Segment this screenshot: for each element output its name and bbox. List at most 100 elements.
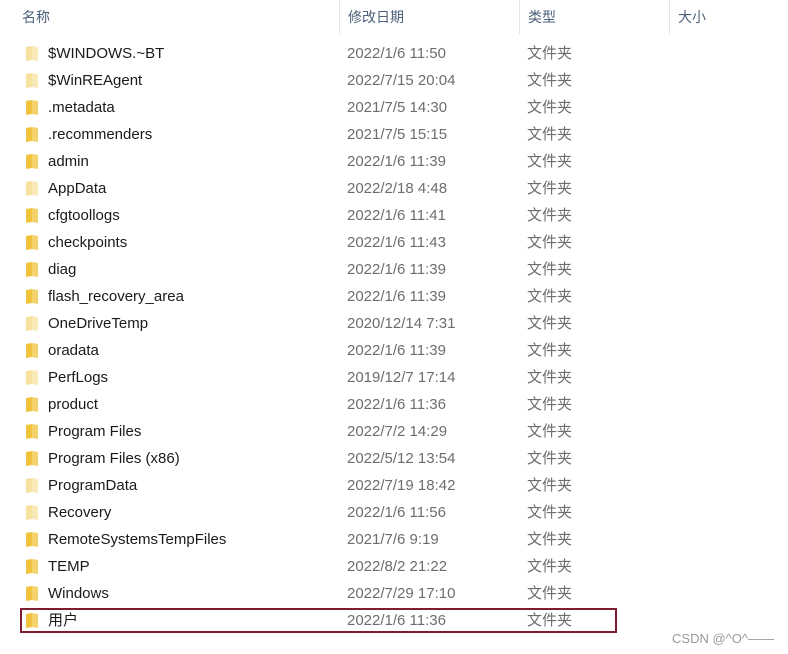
file-name-cell[interactable]: admin bbox=[26, 148, 336, 175]
file-name-cell[interactable]: diag bbox=[26, 256, 336, 283]
file-name: diag bbox=[48, 261, 77, 278]
folder-icon bbox=[26, 397, 38, 412]
file-name: PerfLogs bbox=[48, 369, 109, 386]
folder-icon bbox=[26, 586, 38, 601]
file-name-cell[interactable]: AppData bbox=[26, 175, 336, 202]
date-modified-cell: 2022/1/6 11:39 bbox=[347, 342, 446, 359]
file-row[interactable]: oradata 2022/1/6 11:39 文件夹 bbox=[0, 337, 788, 364]
file-name: AppData bbox=[48, 180, 107, 197]
file-row[interactable]: Program Files 2022/7/2 14:29 文件夹 bbox=[0, 418, 788, 445]
file-row[interactable]: PerfLogs 2019/12/7 17:14 文件夹 bbox=[0, 364, 788, 391]
file-row[interactable]: admin 2022/1/6 11:39 文件夹 bbox=[0, 148, 788, 175]
file-name-cell[interactable]: PerfLogs bbox=[26, 364, 336, 391]
file-type-cell: 文件夹 bbox=[527, 504, 573, 521]
date-modified-cell: 2022/1/6 11:43 bbox=[347, 234, 446, 251]
watermark: CSDN @^O^—— bbox=[672, 631, 774, 646]
file-type-cell: 文件夹 bbox=[527, 99, 573, 116]
column-header-name[interactable]: 名称 bbox=[14, 0, 339, 34]
folder-icon bbox=[26, 262, 38, 277]
file-row[interactable]: $WinREAgent 2022/7/15 20:04 文件夹 bbox=[0, 67, 788, 94]
file-name-cell[interactable]: Recovery bbox=[26, 499, 336, 526]
file-name-cell[interactable]: cfgtoollogs bbox=[26, 202, 336, 229]
folder-icon bbox=[26, 559, 38, 574]
file-name: OneDriveTemp bbox=[48, 315, 149, 332]
file-type-cell: 文件夹 bbox=[527, 261, 573, 278]
folder-icon bbox=[26, 370, 38, 385]
file-row[interactable]: flash_recovery_area 2022/1/6 11:39 文件夹 bbox=[0, 283, 788, 310]
file-name-cell[interactable]: flash_recovery_area bbox=[26, 283, 336, 310]
file-type-cell: 文件夹 bbox=[527, 585, 573, 602]
file-name: admin bbox=[48, 153, 89, 170]
file-name: TEMP bbox=[48, 558, 90, 575]
file-type-cell: 文件夹 bbox=[527, 342, 573, 359]
folder-icon bbox=[26, 154, 38, 169]
folder-icon bbox=[26, 181, 38, 196]
column-header-type[interactable]: 类型 bbox=[519, 0, 669, 34]
file-name-cell[interactable]: Program Files (x86) bbox=[26, 445, 336, 472]
folder-icon bbox=[26, 316, 38, 331]
file-row[interactable]: 用户 2022/1/6 11:36 文件夹 bbox=[0, 607, 788, 634]
file-row[interactable]: .metadata 2021/7/5 14:30 文件夹 bbox=[0, 94, 788, 121]
date-modified-cell: 2022/1/6 11:39 bbox=[347, 153, 446, 170]
file-explorer-view: 名称 修改日期 类型 大小 $WINDOWS.~BT 2022/1/6 11:50… bbox=[0, 0, 788, 654]
date-modified-cell: 2019/12/7 17:14 bbox=[347, 369, 456, 386]
file-name-cell[interactable]: checkpoints bbox=[26, 229, 336, 256]
file-name-cell[interactable]: ProgramData bbox=[26, 472, 336, 499]
file-type-cell: 文件夹 bbox=[527, 288, 573, 305]
file-name-cell[interactable]: OneDriveTemp bbox=[26, 310, 336, 337]
file-name-cell[interactable]: TEMP bbox=[26, 553, 336, 580]
date-modified-cell: 2022/1/6 11:36 bbox=[347, 612, 446, 629]
file-type-cell: 文件夹 bbox=[527, 396, 573, 413]
folder-icon bbox=[26, 127, 38, 142]
file-type-cell: 文件夹 bbox=[527, 315, 573, 332]
file-name-cell[interactable]: RemoteSystemsTempFiles bbox=[26, 526, 336, 553]
column-header-bar: 名称 修改日期 类型 大小 bbox=[0, 0, 788, 34]
folder-icon bbox=[26, 46, 38, 61]
file-name-cell[interactable]: Windows bbox=[26, 580, 336, 607]
file-name: oradata bbox=[48, 342, 99, 359]
file-row[interactable]: OneDriveTemp 2020/12/14 7:31 文件夹 bbox=[0, 310, 788, 337]
file-row[interactable]: $WINDOWS.~BT 2022/1/6 11:50 文件夹 bbox=[0, 40, 788, 67]
file-name-cell[interactable]: 用户 bbox=[26, 607, 336, 634]
file-row[interactable]: Recovery 2022/1/6 11:56 文件夹 bbox=[0, 499, 788, 526]
date-modified-cell: 2022/1/6 11:41 bbox=[347, 207, 446, 224]
file-type-cell: 文件夹 bbox=[527, 180, 573, 197]
file-name: Recovery bbox=[48, 504, 112, 521]
file-type-cell: 文件夹 bbox=[527, 423, 573, 440]
date-modified-cell: 2022/1/6 11:39 bbox=[347, 288, 446, 305]
file-type-cell: 文件夹 bbox=[527, 558, 573, 575]
file-row[interactable]: checkpoints 2022/1/6 11:43 文件夹 bbox=[0, 229, 788, 256]
file-row[interactable]: cfgtoollogs 2022/1/6 11:41 文件夹 bbox=[0, 202, 788, 229]
file-row[interactable]: Windows 2022/7/29 17:10 文件夹 bbox=[0, 580, 788, 607]
file-type-cell: 文件夹 bbox=[527, 477, 573, 494]
folder-icon bbox=[26, 505, 38, 520]
file-name-cell[interactable]: $WINDOWS.~BT bbox=[26, 40, 336, 67]
column-header-date-modified[interactable]: 修改日期 bbox=[339, 0, 519, 34]
file-name-cell[interactable]: product bbox=[26, 391, 336, 418]
file-row[interactable]: RemoteSystemsTempFiles 2021/7/6 9:19 文件夹 bbox=[0, 526, 788, 553]
file-row[interactable]: AppData 2022/2/18 4:48 文件夹 bbox=[0, 175, 788, 202]
file-row[interactable]: TEMP 2022/8/2 21:22 文件夹 bbox=[0, 553, 788, 580]
file-name: product bbox=[48, 396, 99, 413]
file-row[interactable]: .recommenders 2021/7/5 15:15 文件夹 bbox=[0, 121, 788, 148]
file-name: RemoteSystemsTempFiles bbox=[48, 531, 227, 548]
folder-icon bbox=[26, 424, 38, 439]
file-row[interactable]: diag 2022/1/6 11:39 文件夹 bbox=[0, 256, 788, 283]
file-row[interactable]: ProgramData 2022/7/19 18:42 文件夹 bbox=[0, 472, 788, 499]
file-name-cell[interactable]: Program Files bbox=[26, 418, 336, 445]
column-header-size[interactable]: 大小 bbox=[669, 0, 788, 34]
file-name: flash_recovery_area bbox=[48, 288, 184, 305]
file-name-cell[interactable]: oradata bbox=[26, 337, 336, 364]
file-name-cell[interactable]: .metadata bbox=[26, 94, 336, 121]
file-row[interactable]: Program Files (x86) 2022/5/12 13:54 文件夹 bbox=[0, 445, 788, 472]
date-modified-cell: 2022/8/2 21:22 bbox=[347, 558, 448, 575]
file-row[interactable]: product 2022/1/6 11:36 文件夹 bbox=[0, 391, 788, 418]
date-modified-cell: 2022/5/12 13:54 bbox=[347, 450, 456, 467]
file-name-cell[interactable]: .recommenders bbox=[26, 121, 336, 148]
date-modified-cell: 2021/7/5 15:15 bbox=[347, 126, 448, 143]
date-modified-cell: 2021/7/5 14:30 bbox=[347, 99, 448, 116]
file-type-cell: 文件夹 bbox=[527, 72, 573, 89]
folder-icon bbox=[26, 235, 38, 250]
folder-icon bbox=[26, 100, 38, 115]
file-name-cell[interactable]: $WinREAgent bbox=[26, 67, 336, 94]
